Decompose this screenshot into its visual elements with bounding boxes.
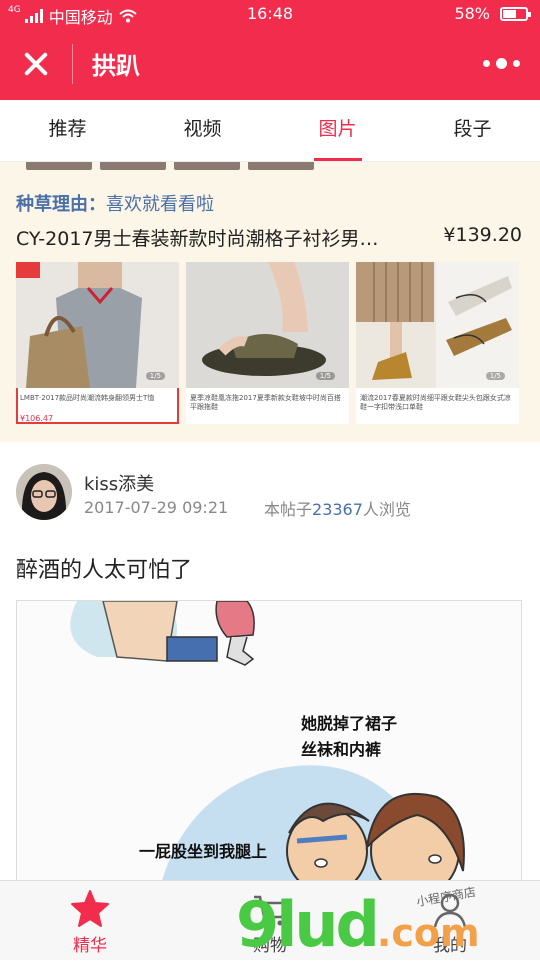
product-thumbnail-slippers[interactable]: 1/5 夏季凉鞋凰冻拖2017夏季新款女鞋坡中时尚百搭平跟拖鞋 <box>186 262 349 424</box>
title-divider <box>72 44 73 84</box>
shirt-image <box>16 262 179 388</box>
post-image[interactable]: 她脱掉了裙子 丝袜和内裤 一屁股坐到我腿上 <box>16 600 522 880</box>
product-thumbnail-shirt[interactable]: 1/5 LMBT·2017款品时尚潮流韩身翻领男士T恤 ¥106.47 <box>16 262 179 424</box>
image-pager: 1/5 <box>315 372 335 380</box>
star-icon <box>71 890 109 927</box>
close-icon[interactable] <box>20 48 52 80</box>
tab-jokes[interactable]: 段子 <box>405 100 540 161</box>
previous-images-strip <box>26 162 314 170</box>
comic-caption-1: 她脱掉了裙子 <box>301 714 398 733</box>
title-bar: 拱趴 <box>0 28 540 100</box>
promo-card[interactable]: 种草理由：喜欢就看看啦 CY-2017男士春装新款时尚潮格子衬衫男… ¥139.… <box>0 162 540 442</box>
comic-caption-3: 一屁股坐到我腿上 <box>139 842 268 861</box>
recommend-reason: 种草理由：喜欢就看看啦 <box>16 190 214 216</box>
status-bar: 4G 中国移动 16:48 58% <box>0 0 540 28</box>
battery-percent: 58% <box>454 4 490 23</box>
category-tabs: 推荐 视频 图片 段子 <box>0 100 540 162</box>
thumbnail-caption: 夏季凉鞋凰冻拖2017夏季新款女鞋坡中时尚百搭平跟拖鞋 <box>190 394 341 411</box>
product-thumbnails: 1/5 LMBT·2017款品时尚潮流韩身翻领男士T恤 ¥106.47 1/5 … <box>16 262 519 424</box>
author-name[interactable]: kiss添美 <box>84 470 154 496</box>
thumbnail-price: ¥106.47 <box>20 414 54 423</box>
post-card[interactable]: kiss添美 2017-07-29 09:21 本帖子23367人浏览 醉酒的人… <box>0 442 540 880</box>
feed[interactable]: 种草理由：喜欢就看看啦 CY-2017男士春装新款时尚潮格子衬衫男… ¥139.… <box>0 162 540 880</box>
battery-icon <box>500 6 531 21</box>
reason-text: 喜欢就看看啦 <box>106 194 214 215</box>
comic-caption-2: 丝袜和内裤 <box>301 740 382 759</box>
thumbnail-caption: LMBT·2017款品时尚潮流韩身翻领男士T恤 <box>20 394 155 402</box>
nav-shopping[interactable]: 购物 <box>180 881 360 960</box>
view-count: 本帖子23367人浏览 <box>264 496 411 520</box>
product-price: ¥139.20 <box>443 224 522 246</box>
cart-icon <box>254 895 288 926</box>
post-title[interactable]: 醉酒的人太可怕了 <box>16 552 192 584</box>
product-thumbnail-heels[interactable]: 1/5 潮流2017春夏款时尚细平跟女鞋尖头包跟女式凉鞋一字扣带浅口单鞋 <box>356 262 519 424</box>
views-prefix: 本帖子 <box>264 500 313 519</box>
thumbnail-caption: 潮流2017春夏款时尚细平跟女鞋尖头包跟女式凉鞋一字扣带浅口单鞋 <box>360 394 511 411</box>
image-pager: 1/5 <box>485 372 505 380</box>
tab-pictures[interactable]: 图片 <box>270 100 405 161</box>
avatar[interactable] <box>16 464 72 520</box>
views-number: 23367 <box>312 500 363 519</box>
page-title: 拱趴 <box>92 52 140 80</box>
post-time: 2017-07-29 09:21 <box>84 498 229 517</box>
slippers-image <box>186 262 349 388</box>
nav-featured[interactable]: 精华 <box>0 881 180 960</box>
tab-video[interactable]: 视频 <box>135 100 270 161</box>
tab-recommend[interactable]: 推荐 <box>0 100 135 161</box>
product-row[interactable]: CY-2017男士春装新款时尚潮格子衬衫男… ¥139.20 <box>16 224 522 251</box>
reason-label: 种草理由： <box>16 194 106 215</box>
image-pager: 1/5 <box>145 372 165 380</box>
nav-mine-label: 我的 <box>433 936 467 956</box>
nav-featured-label: 精华 <box>73 936 107 956</box>
product-name[interactable]: CY-2017男士春装新款时尚潮格子衬衫男… <box>16 224 396 251</box>
status-right: 58% <box>454 4 531 23</box>
heels-image <box>356 262 519 388</box>
views-suffix: 人浏览 <box>362 500 411 519</box>
more-options-icon[interactable] <box>483 58 520 69</box>
nav-shopping-label: 购物 <box>253 936 287 956</box>
